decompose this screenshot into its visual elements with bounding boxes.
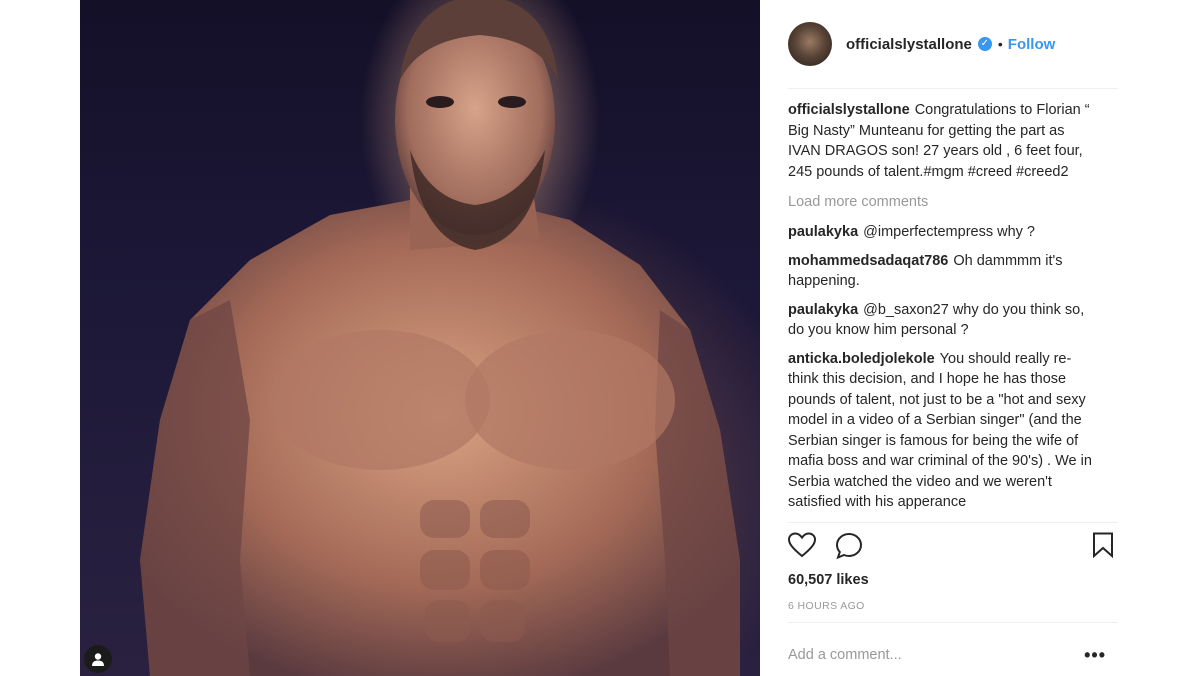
post-caption: officialslystallone Congratulations to Fl… <box>788 100 1100 182</box>
add-comment-placeholder: Add a comment... <box>788 647 902 663</box>
post-actions <box>788 532 1118 562</box>
comment-text: @imperfectempress why ? <box>863 224 1035 240</box>
comment-item: paulakyka @imperfectempress why ? <box>788 222 1100 243</box>
caption-username[interactable]: officialslystallone <box>788 102 910 118</box>
shirtless-man-image <box>140 0 740 676</box>
tagged-people-button[interactable] <box>84 645 112 673</box>
load-more-comments-button[interactable]: Load more comments <box>788 192 1100 212</box>
post-sidebar: officialslystallone ✓ • Follow officials… <box>788 0 1118 676</box>
comments-list[interactable]: officialslystallone Congratulations to Fl… <box>788 100 1100 522</box>
person-icon <box>92 653 104 666</box>
add-comment-field[interactable]: Add a comment... ••• <box>788 645 1118 669</box>
post-timestamp[interactable]: 6 HOURS AGO <box>788 600 865 612</box>
comment-text: You should really re-think this decision… <box>788 350 1092 511</box>
follow-button[interactable]: Follow <box>1008 36 1056 53</box>
header-username[interactable]: officialslystallone <box>846 36 972 53</box>
comment-item: anticka.boledjolekole You should really r… <box>788 349 1100 513</box>
header-divider <box>788 88 1118 89</box>
comment-item: mohammedsadaqat786 Oh dammmm it's happeni… <box>788 251 1100 292</box>
post-header: officialslystallone ✓ • Follow <box>788 20 1118 68</box>
bookmark-icon[interactable] <box>1092 532 1114 558</box>
post-photo[interactable] <box>80 0 760 676</box>
separator-dot: • <box>997 36 1003 52</box>
avatar[interactable] <box>788 22 832 66</box>
heart-icon[interactable] <box>788 532 816 558</box>
verified-badge-icon: ✓ <box>977 37 992 51</box>
comment-username[interactable]: anticka.boledjolekole <box>788 351 935 367</box>
speech-bubble-icon[interactable] <box>835 532 863 560</box>
comment-username[interactable]: paulakyka <box>788 224 858 240</box>
actions-divider <box>788 522 1118 523</box>
comment-username[interactable]: paulakyka <box>788 302 858 318</box>
ellipsis-icon[interactable]: ••• <box>1084 646 1106 664</box>
comment-username[interactable]: mohammedsadaqat786 <box>788 253 948 269</box>
comment-item: paulakyka @b_saxon27 why do you think so,… <box>788 300 1100 341</box>
likes-count[interactable]: 60,507 likes <box>788 572 869 588</box>
comment-box-divider <box>788 622 1118 623</box>
